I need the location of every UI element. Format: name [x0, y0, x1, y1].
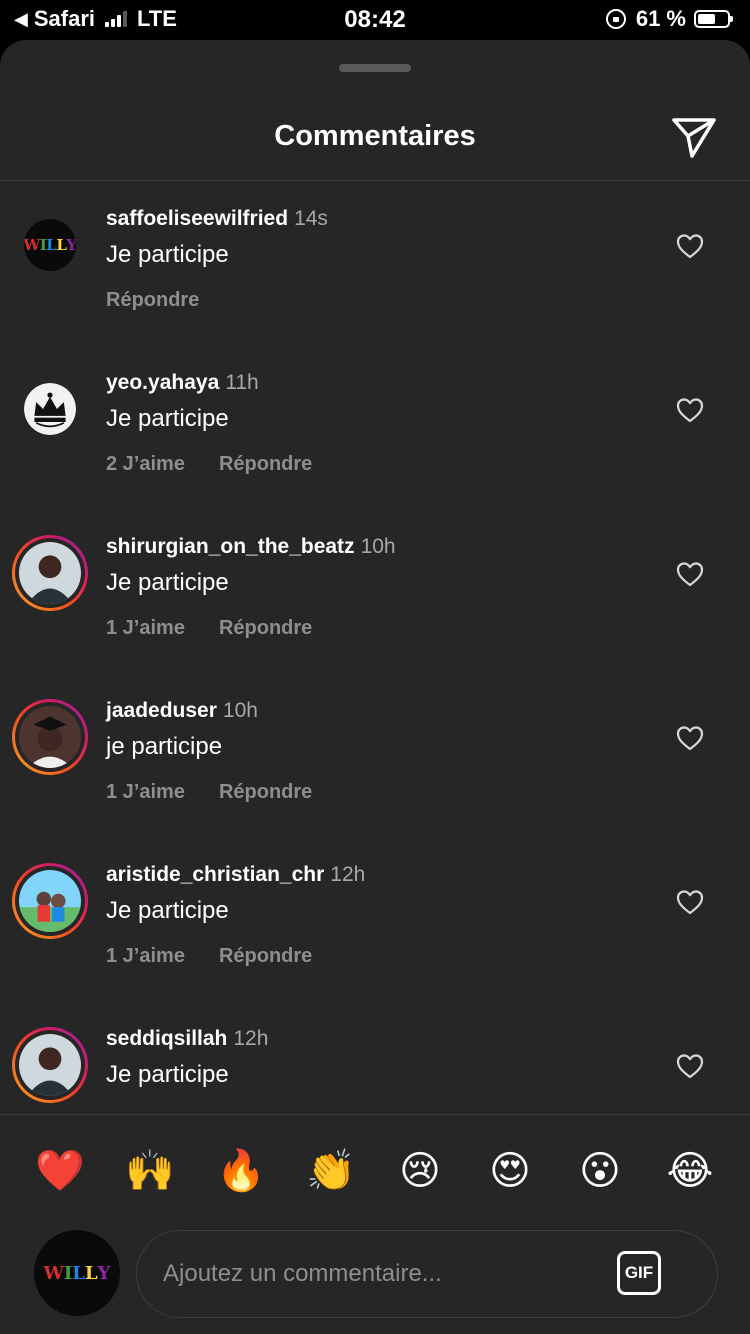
comment-likes-count[interactable]: 2 J’aime [106, 453, 185, 476]
avatar-image [19, 1034, 81, 1096]
comment-username[interactable]: saffoeliseewilfried [106, 207, 288, 230]
sheet-grabber[interactable] [339, 64, 411, 72]
comments-sheet: Commentaires W I L L Y saffoeliseewilfried 14s… [0, 40, 750, 1334]
like-heart-button[interactable] [676, 233, 704, 259]
heart-outline-icon [676, 726, 704, 751]
rotation-lock-icon [605, 9, 626, 29]
comment-item[interactable]: aristide_christian_chr 12h Je participe 1 J… [0, 837, 750, 1001]
avatar-image [19, 706, 81, 768]
comment-actions: 1 J’aime Répondre [106, 781, 646, 804]
paper-plane-icon [672, 118, 716, 158]
avatar-story-ring[interactable] [12, 863, 88, 939]
comment-text: je participe [106, 733, 223, 760]
tears-of-joy-emoji[interactable]: 😂 [666, 1147, 714, 1195]
comment-composer[interactable]: GIF [136, 1230, 718, 1318]
comment-time: 11h [225, 371, 259, 394]
like-heart-button[interactable] [676, 725, 704, 751]
comment-body: shirurgian_on_the_beatz 10h Je participe 1 … [106, 533, 646, 640]
comment-likes-count[interactable]: 1 J’aime [106, 617, 185, 640]
avatar-story-ring[interactable] [12, 1027, 88, 1103]
comment-time: 10h [360, 535, 396, 558]
comment-item[interactable]: seddiqsillah 12h Je participe [0, 1001, 750, 1114]
comment-list[interactable]: W I L L Y saffoeliseewilfried 14s Je participe R… [0, 181, 750, 1114]
comment-text: Je participe [106, 241, 229, 268]
avatar-image [24, 383, 76, 435]
like-heart-button[interactable] [676, 561, 704, 587]
comment-item[interactable]: yeo.yahaya 11h Je participe 2 J’aime Répondr… [0, 345, 750, 509]
raised-hands-emoji[interactable]: 🙌 [125, 1147, 175, 1195]
comment-item[interactable]: shirurgian_on_the_beatz 10h Je participe 1 … [0, 509, 750, 673]
surprised-face-emoji[interactable]: 😮 [576, 1147, 624, 1195]
like-heart-button[interactable] [676, 889, 704, 915]
clapping-hands-emoji[interactable]: 👏 [306, 1147, 356, 1195]
comment-text: Je participe [106, 897, 229, 924]
comment-body: seddiqsillah 12h Je participe [106, 1025, 646, 1091]
heart-outline-icon [676, 234, 704, 259]
red-heart-emoji[interactable]: ❤️ [35, 1147, 85, 1195]
fire-emoji[interactable]: 🔥 [216, 1147, 266, 1195]
status-bar: ◀ Safari LTE 08:42 61 % [0, 0, 750, 40]
heart-outline-icon [676, 562, 704, 587]
comment-actions: 1 J’aime Répondre [106, 945, 646, 968]
avatar-image [19, 870, 81, 932]
comment-text: Je participe [106, 1061, 229, 1088]
status-right: 61 % [605, 6, 733, 32]
comment-body: saffoeliseewilfried 14s Je participe Répond… [106, 205, 646, 312]
comment-input[interactable] [163, 1251, 603, 1297]
comment-body: jaadeduser 10h je participe 1 J’aime Répondr… [106, 697, 646, 804]
reply-button[interactable]: Répondre [106, 289, 199, 312]
comment-username[interactable]: aristide_christian_chr [106, 863, 324, 886]
comment-actions: Répondre [106, 289, 646, 312]
comment-time: 14s [294, 207, 328, 230]
comment-username[interactable]: yeo.yahaya [106, 371, 219, 394]
avatar[interactable]: WILLY [12, 207, 88, 283]
comment-likes-count[interactable]: 1 J’aime [106, 781, 185, 804]
avatar-story-ring[interactable] [12, 699, 88, 775]
comment-username[interactable]: seddiqsillah [106, 1027, 227, 1050]
comment-body: aristide_christian_chr 12h Je participe 1 J… [106, 861, 646, 968]
gif-button[interactable]: GIF [617, 1251, 661, 1295]
comment-item[interactable]: W I L L Y saffoeliseewilfried 14s Je participe R… [0, 181, 750, 345]
avatar-image [19, 542, 81, 604]
avatar[interactable] [12, 371, 88, 447]
heart-outline-icon [676, 890, 704, 915]
comment-text: Je participe [106, 569, 229, 596]
comment-body: yeo.yahaya 11h Je participe 2 J’aime Répondr… [106, 369, 646, 476]
reply-button[interactable]: Répondre [219, 617, 312, 640]
comment-time: 12h [330, 863, 366, 886]
comment-item[interactable]: jaadeduser 10h je participe 1 J’aime Répondr… [0, 673, 750, 837]
comment-time: 10h [222, 699, 258, 722]
comment-text: Je participe [106, 405, 229, 432]
crying-face-emoji[interactable]: 😢 [396, 1147, 444, 1195]
heart-outline-icon [676, 398, 704, 423]
comment-actions: 1 J’aime Répondre [106, 617, 646, 640]
comment-username[interactable]: jaadeduser [106, 699, 217, 722]
heart-outline-icon [676, 1054, 704, 1079]
quick-emoji-bar: ❤️ 🙌 🔥 👏 😢 😍 😮 😂 [0, 1114, 750, 1232]
avatar-story-ring[interactable] [12, 535, 88, 611]
reply-button[interactable]: Répondre [219, 945, 312, 968]
like-heart-button[interactable] [676, 397, 704, 423]
page-title: Commentaires [274, 120, 476, 152]
avatar-image: WILLY [24, 219, 76, 271]
share-send-button[interactable] [670, 112, 718, 160]
comment-actions: 2 J’aime Répondre [106, 453, 646, 476]
battery-percent: 61 % [635, 6, 686, 31]
heart-eyes-emoji[interactable]: 😍 [486, 1147, 534, 1195]
comment-likes-count[interactable]: 1 J’aime [106, 945, 185, 968]
reply-button[interactable]: Répondre [219, 453, 312, 476]
comment-username[interactable]: shirurgian_on_the_beatz [106, 535, 355, 558]
like-heart-button[interactable] [676, 1053, 704, 1079]
comment-time: 12h [233, 1027, 269, 1050]
reply-button[interactable]: Répondre [219, 781, 312, 804]
battery-icon [694, 10, 733, 28]
composer-avatar: WILLY [34, 1230, 120, 1316]
